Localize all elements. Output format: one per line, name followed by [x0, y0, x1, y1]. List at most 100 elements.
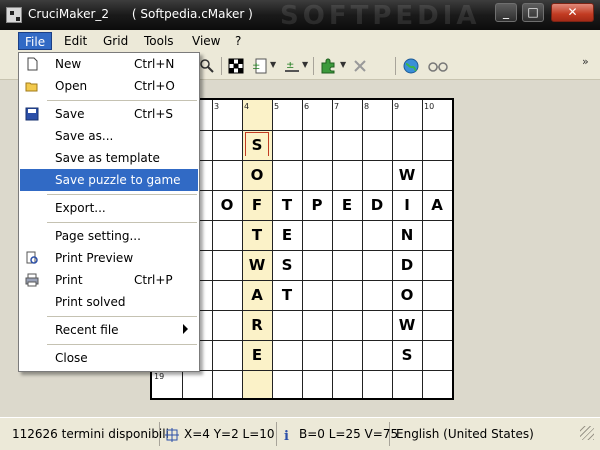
grid-cell-letter[interactable]: O [392, 280, 422, 310]
menu-divider [47, 316, 197, 317]
grid-cell-letter[interactable]: D [392, 250, 422, 280]
grid-cell-letter[interactable]: T [272, 190, 302, 220]
grid-cell-letter[interactable]: D [362, 190, 392, 220]
grid-cell-letter[interactable]: T [272, 280, 302, 310]
toolbar-overflow-icon[interactable]: » [582, 55, 589, 68]
grid-cell-letter[interactable]: S [242, 130, 272, 160]
menu-item-save[interactable]: Save Ctrl+S [20, 103, 198, 125]
menu-item-export[interactable]: Export... [20, 197, 198, 219]
menu-item-print[interactable]: Print Ctrl+P [20, 269, 198, 291]
toolbar-separator [395, 57, 396, 75]
close-window-button[interactable]: ✕ [551, 3, 594, 22]
insert-row-icon[interactable]: ± [252, 58, 268, 74]
puzzle-piece-icon[interactable] [320, 58, 336, 74]
menu-item-label: Recent file [55, 323, 119, 337]
menu-item-label: Save [55, 107, 85, 121]
info-icon: i [284, 429, 289, 442]
app-window: CruciMaker_2 ( Softpedia.cMaker ) SOFTPE… [0, 0, 600, 450]
title-bar[interactable]: CruciMaker_2 ( Softpedia.cMaker ) SOFTPE… [0, 0, 600, 31]
grid-cell-letter[interactable]: F [242, 190, 272, 220]
globe-icon[interactable] [403, 58, 419, 74]
grid-cell-letter[interactable]: P [302, 190, 332, 220]
menu-item-label: Open [55, 79, 88, 93]
row-number: 19 [154, 372, 165, 381]
minimize-button[interactable]: _ [495, 3, 517, 22]
menu-grid[interactable]: Grid [97, 32, 134, 50]
menu-item-label: Save as template [55, 151, 160, 165]
file-menu-dropdown: New Ctrl+N Open Ctrl+O Save Ctrl+S Save … [18, 52, 200, 372]
menu-item-close[interactable]: Close [20, 347, 198, 369]
menu-edit[interactable]: Edit [58, 32, 93, 50]
chevron-down-icon[interactable]: ▼ [270, 60, 276, 69]
grid-cell-letter[interactable]: W [392, 310, 422, 340]
menu-file[interactable]: File [18, 32, 53, 50]
menu-item-shortcut: Ctrl+P [134, 273, 173, 287]
glasses-icon[interactable] [428, 58, 448, 74]
menu-item-open[interactable]: Open Ctrl+O [20, 75, 198, 97]
grid-cell-letter[interactable]: S [392, 340, 422, 370]
grid-cell-letter[interactable]: E [272, 220, 302, 250]
chevron-down-icon[interactable]: ▼ [302, 60, 308, 69]
menu-item-page-setting[interactable]: Page setting... [20, 225, 198, 247]
menu-item-label: Print solved [55, 295, 126, 309]
delete-icon[interactable] [352, 58, 368, 74]
status-position: X=4 Y=2 L=10 [165, 422, 277, 446]
menu-item-label: Print [55, 273, 83, 287]
menu-item-shortcut: Ctrl+S [134, 107, 174, 121]
menu-divider [47, 100, 197, 101]
col-number: 9 [394, 102, 400, 111]
toolbar-separator [221, 57, 222, 75]
col-number: 4 [244, 102, 250, 111]
chevron-down-icon[interactable]: ▼ [340, 60, 346, 69]
status-position-text: X=4 Y=2 L=10 [184, 427, 275, 441]
col-number: 10 [424, 102, 435, 111]
maximize-button[interactable]: □ [522, 3, 544, 22]
grid-pattern-icon[interactable] [228, 58, 244, 74]
grid-cell-letter[interactable]: T [242, 220, 272, 250]
menu-bar: File Edit Grid Tools View ? [0, 30, 600, 52]
menu-item-print-preview[interactable]: Print Preview [20, 247, 198, 269]
menu-divider [47, 222, 197, 223]
grid-line [422, 100, 423, 398]
col-number: 5 [274, 102, 280, 111]
grid-cell-letter[interactable]: E [242, 340, 272, 370]
grid-cell-letter[interactable]: S [272, 250, 302, 280]
menu-item-save-puzzle-to-game[interactable]: Save puzzle to game [20, 169, 198, 191]
grid-cell-letter[interactable]: E [332, 190, 362, 220]
menu-item-label: Export... [55, 201, 106, 215]
menu-tools[interactable]: Tools [138, 32, 180, 50]
grid-cell-letter[interactable]: N [392, 220, 422, 250]
status-bar: 112626 termini disponibili X=4 Y=2 L=10 … [0, 417, 600, 450]
menu-item-save-as[interactable]: Save as... [20, 125, 198, 147]
resize-grip[interactable] [580, 426, 594, 440]
svg-text:±: ± [286, 60, 294, 71]
grid-cell-letter[interactable]: A [422, 190, 452, 220]
grid-cell-letter[interactable]: O [242, 160, 272, 190]
zoom-icon[interactable] [199, 58, 215, 74]
col-number: 7 [334, 102, 340, 111]
grid-cell-letter[interactable]: I [392, 190, 422, 220]
col-number: 3 [214, 102, 220, 111]
menu-item-print-solved[interactable]: Print solved [20, 291, 198, 313]
menu-item-save-as-template[interactable]: Save as template [20, 147, 198, 169]
grid-cell-letter[interactable]: O [212, 190, 242, 220]
col-number: 6 [304, 102, 310, 111]
insert-col-icon[interactable]: ± [284, 58, 300, 74]
menu-item-recent-file[interactable]: Recent file [20, 319, 198, 341]
grid-cell-letter[interactable]: A [242, 280, 272, 310]
menu-item-label: New [55, 57, 82, 71]
app-icon[interactable] [6, 7, 22, 23]
title-watermark: SOFTPEDIA [280, 1, 481, 31]
menu-item-shortcut: Ctrl+N [134, 57, 175, 71]
printer-icon [25, 273, 39, 287]
menu-view[interactable]: View [186, 32, 226, 50]
window-title: CruciMaker_2 ( Softpedia.cMaker ) [28, 7, 253, 21]
submenu-arrow-icon [183, 324, 188, 334]
grid-cell-letter[interactable]: W [242, 250, 272, 280]
grid-position-icon [165, 427, 179, 442]
menu-item-new[interactable]: New Ctrl+N [20, 53, 198, 75]
menu-help[interactable]: ? [229, 32, 247, 50]
grid-cell-letter[interactable]: W [392, 160, 422, 190]
col-number: 8 [364, 102, 370, 111]
grid-cell-letter[interactable]: R [242, 310, 272, 340]
